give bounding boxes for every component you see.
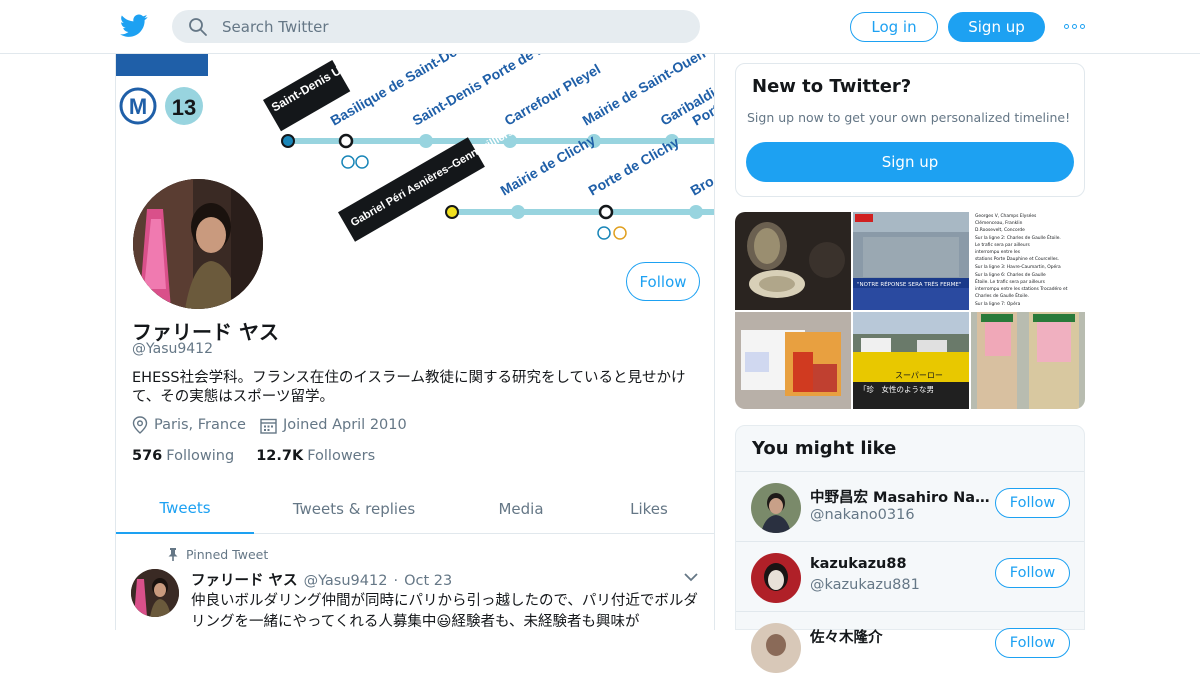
you-might-like-title: You might like bbox=[752, 438, 897, 459]
top-bar: Log in Sign up bbox=[0, 0, 1200, 54]
tab-likes[interactable]: Likes bbox=[588, 484, 710, 534]
suggested-user-name[interactable]: 中野昌宏 Masahiro Nakano bbox=[810, 486, 990, 507]
svg-text:Georges V, Champs Elysées: Georges V, Champs Elysées bbox=[975, 212, 1037, 219]
avatar[interactable] bbox=[751, 623, 801, 673]
login-button[interactable]: Log in bbox=[850, 12, 938, 42]
follow-button[interactable]: Follow bbox=[995, 628, 1070, 658]
more-options-icon[interactable] bbox=[1064, 20, 1086, 32]
search-box[interactable] bbox=[172, 10, 700, 43]
tweet-header: ファリード ヤス @Yasu9412 · Oct 23 bbox=[191, 569, 452, 590]
following-stat[interactable]: 576 Following bbox=[132, 448, 234, 464]
media-tile-3[interactable]: Georges V, Champs Elysées Clémenceau, Fr… bbox=[971, 212, 1085, 310]
svg-text:interrompu entre les stations: interrompu entre les stations Trocadéro … bbox=[975, 285, 1068, 292]
followers-stat[interactable]: 12.7K Followers bbox=[256, 448, 375, 464]
profile-handle[interactable]: @Yasu9412 bbox=[132, 341, 213, 357]
follow-button[interactable]: Follow bbox=[995, 558, 1070, 588]
media-tile-5[interactable]: スーパーロー「珍 女性のような男 bbox=[853, 312, 969, 409]
search-input[interactable] bbox=[222, 17, 662, 36]
media-tile-4[interactable] bbox=[735, 312, 851, 409]
store-sign-text: スーパーロー bbox=[895, 371, 943, 380]
tweet-separator: · bbox=[393, 573, 399, 589]
profile-meta: Paris, France Joined April 2010 bbox=[132, 416, 407, 434]
svg-text:Sur la ligne 7: Opéra: Sur la ligne 7: Opéra bbox=[975, 300, 1021, 307]
tweet-author-name[interactable]: ファリード ヤス bbox=[191, 569, 298, 590]
media-tile-2[interactable]: "NOTRE RÉPONSE SERA TRÈS FERME" bbox=[853, 212, 969, 310]
suggested-user[interactable]: 佐々木隆介 Follow bbox=[736, 611, 1084, 681]
profile-column: M 13 Saint-Denis Université Basilique de… bbox=[115, 54, 715, 630]
location-icon bbox=[132, 416, 148, 434]
media-tile-6[interactable] bbox=[971, 312, 1085, 409]
tweet-date[interactable]: Oct 23 bbox=[404, 573, 452, 589]
suggested-user[interactable]: 中野昌宏 Masahiro Nakano @nakano0316 Follow bbox=[736, 471, 1084, 541]
signup-card-button[interactable]: Sign up bbox=[746, 142, 1074, 182]
profile-location: Paris, France bbox=[154, 417, 246, 433]
svg-text:Sur la ligne 6: Charles de Gau: Sur la ligne 6: Charles de Gaulle bbox=[975, 272, 1046, 278]
pin-icon bbox=[168, 548, 178, 561]
avatar[interactable] bbox=[751, 553, 801, 603]
following-label: Following bbox=[166, 448, 235, 464]
profile-bio: EHESS社会学科。フランス在住のイスラーム教徒に関する研究をしていると見せかけ… bbox=[132, 370, 686, 405]
following-count: 576 bbox=[132, 448, 163, 464]
svg-text:stations Porte Dauphine et Cou: stations Porte Dauphine et Courcelles. bbox=[975, 256, 1059, 262]
tweet-text: 仲良いボルダリング仲間が同時にパリから引っ越したので、パリ付近でボルダリングを一… bbox=[191, 593, 698, 630]
suggested-user-handle: @nakano0316 bbox=[810, 507, 915, 523]
avatar[interactable] bbox=[751, 483, 801, 533]
followers-count: 12.7K bbox=[256, 448, 304, 464]
follow-button[interactable]: Follow bbox=[995, 488, 1070, 518]
tab-tweets[interactable]: Tweets bbox=[116, 484, 254, 534]
pinned-label-text: Pinned Tweet bbox=[186, 547, 269, 562]
search-icon bbox=[189, 17, 207, 36]
news-banner-text: "NOTRE RÉPONSE SERA TRÈS FERME" bbox=[857, 280, 961, 288]
tweet-avatar[interactable] bbox=[131, 569, 179, 617]
follow-button[interactable]: Follow bbox=[626, 262, 700, 301]
svg-text:D.Roosevelt, Concorde: D.Roosevelt, Concorde bbox=[975, 227, 1025, 233]
svg-text:Clémenceau, Franklin: Clémenceau, Franklin bbox=[975, 219, 1023, 226]
line-number: 13 bbox=[172, 95, 196, 120]
profile-stats: 576 Following 12.7K Followers bbox=[132, 448, 375, 464]
you-might-like-panel: You might like 中野昌宏 Masahiro Nakano @nak… bbox=[735, 425, 1085, 673]
suggested-user-handle: @kazukazu881 bbox=[810, 577, 920, 593]
svg-text:interrompu entre les: interrompu entre les bbox=[975, 249, 1021, 255]
twitter-logo-icon[interactable] bbox=[120, 13, 148, 39]
new-to-twitter-card: New to Twitter? Sign up now to get your … bbox=[735, 63, 1085, 197]
suggested-user-name[interactable]: 佐々木隆介 bbox=[810, 626, 990, 647]
signup-button[interactable]: Sign up bbox=[948, 12, 1045, 42]
store-caption-text: 「珍 女性のような男 bbox=[859, 384, 934, 394]
station-label-4: Mairie de Saint-Ouen bbox=[580, 54, 709, 129]
station-label-b3: Bro bbox=[688, 173, 716, 199]
media-grid: "NOTRE RÉPONSE SERA TRÈS FERME" Georges … bbox=[735, 212, 1085, 409]
profile-avatar[interactable] bbox=[130, 176, 266, 312]
chevron-down-icon[interactable] bbox=[684, 572, 698, 582]
calendar-icon bbox=[260, 418, 277, 434]
metro-letter: M bbox=[129, 94, 147, 119]
tweet-author-handle[interactable]: @Yasu9412 bbox=[304, 573, 388, 589]
svg-text:Le trafic sera par ailleurs: Le trafic sera par ailleurs bbox=[975, 242, 1030, 248]
tab-media[interactable]: Media bbox=[454, 484, 588, 534]
profile-joined: Joined April 2010 bbox=[282, 417, 407, 433]
followers-label: Followers bbox=[307, 448, 376, 464]
new-to-twitter-title: New to Twitter? bbox=[752, 76, 912, 97]
media-tile-1[interactable] bbox=[735, 212, 851, 310]
pinned-tweet-label: Pinned Tweet bbox=[168, 547, 268, 562]
svg-text:Sur la ligne 3: Havre-Caumarti: Sur la ligne 3: Havre-Caumartin, Opéra bbox=[975, 263, 1061, 270]
profile-tabs: Tweets Tweets & replies Media Likes bbox=[116, 484, 714, 534]
new-to-twitter-subtitle: Sign up now to get your own personalized… bbox=[747, 110, 1071, 125]
suggested-user[interactable]: kazukazu88 @kazukazu881 Follow bbox=[736, 541, 1084, 611]
suggested-user-name[interactable]: kazukazu88 bbox=[810, 556, 990, 572]
tab-tweets-replies[interactable]: Tweets & replies bbox=[254, 484, 454, 534]
